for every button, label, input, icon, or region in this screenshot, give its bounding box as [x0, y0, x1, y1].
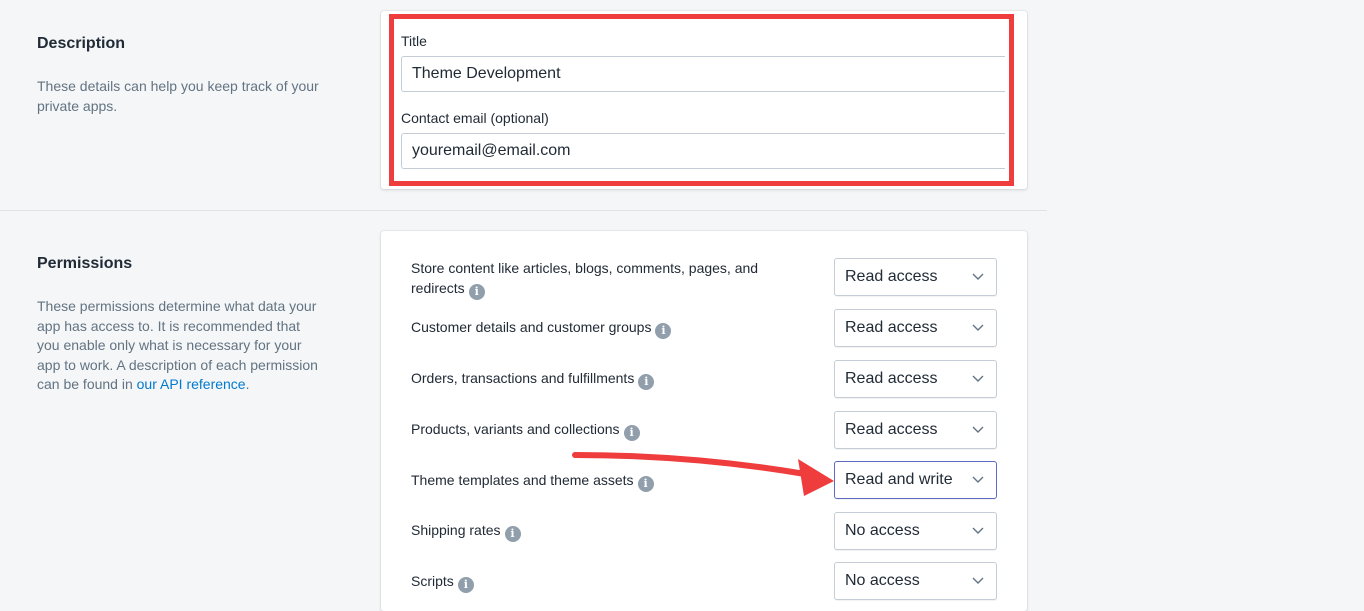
title-label: Title [401, 33, 427, 49]
info-icon[interactable]: i [468, 283, 485, 300]
permission-label-text: Orders, transactions and fulfillments [411, 370, 635, 386]
permission-label-scripts: Scripts i [411, 572, 811, 593]
permission-label-themes: Theme templates and theme assets i [411, 471, 811, 492]
permission-label-text: Scripts [411, 573, 454, 589]
access-select-products[interactable]: Read access [834, 411, 997, 449]
permissions-help-text-end: . [245, 376, 250, 392]
info-icon[interactable]: i [637, 476, 654, 492]
permission-label-customers: Customer details and customer groups i [411, 318, 811, 339]
access-select-store-content[interactable]: Read access [834, 258, 997, 296]
permission-label-text: Theme templates and theme assets [411, 472, 634, 488]
select-value: Read access [845, 421, 938, 438]
contact-email-input[interactable] [401, 133, 1005, 169]
chevron-down-icon [972, 527, 984, 534]
chevron-down-icon [972, 324, 984, 331]
chevron-down-icon [972, 426, 984, 433]
chevron-down-icon [972, 476, 984, 483]
info-icon[interactable]: i [638, 374, 655, 390]
api-reference-link[interactable]: our API reference [137, 376, 246, 392]
chevron-down-icon [972, 375, 984, 382]
select-value: Read access [845, 268, 938, 285]
permission-label-products: Products, variants and collections i [411, 420, 811, 441]
info-icon[interactable]: i [655, 323, 672, 339]
select-value: Read access [845, 370, 938, 387]
select-value: No access [845, 522, 920, 539]
info-icon[interactable]: i [457, 577, 474, 593]
permission-label-text: Customer details and customer groups [411, 319, 652, 335]
access-select-orders[interactable]: Read access [834, 360, 997, 398]
permissions-heading: Permissions [37, 255, 133, 272]
permission-label-store-content: Store content like articles, blogs, comm… [411, 259, 811, 300]
section-divider [0, 210, 1047, 211]
permission-label-text: Shipping rates [411, 522, 501, 538]
access-select-themes[interactable]: Read and write [834, 461, 997, 499]
permission-label-text: Store content like articles, blogs, comm… [411, 260, 759, 296]
permission-label-text: Products, variants and collections [411, 421, 620, 437]
chevron-down-icon [972, 577, 984, 584]
select-value: No access [845, 572, 920, 589]
contact-email-label: Contact email (optional) [401, 110, 549, 126]
select-value: Read and write [845, 471, 953, 488]
info-icon[interactable]: i [504, 526, 521, 542]
permission-label-orders: Orders, transactions and fulfillments i [411, 369, 811, 390]
description-help-text: These details can help you keep track of… [37, 78, 319, 114]
permissions-help-text: These permissions determine what data yo… [37, 297, 322, 395]
description-heading: Description [37, 35, 126, 52]
chevron-down-icon [972, 273, 984, 280]
access-select-shipping-rates[interactable]: No access [834, 512, 997, 550]
access-select-customers[interactable]: Read access [834, 309, 997, 347]
title-input[interactable] [401, 56, 1005, 92]
access-select-scripts[interactable]: No access [834, 562, 997, 600]
permission-label-shipping-rates: Shipping rates i [411, 521, 811, 542]
select-value: Read access [845, 319, 938, 336]
info-icon[interactable]: i [623, 425, 640, 441]
